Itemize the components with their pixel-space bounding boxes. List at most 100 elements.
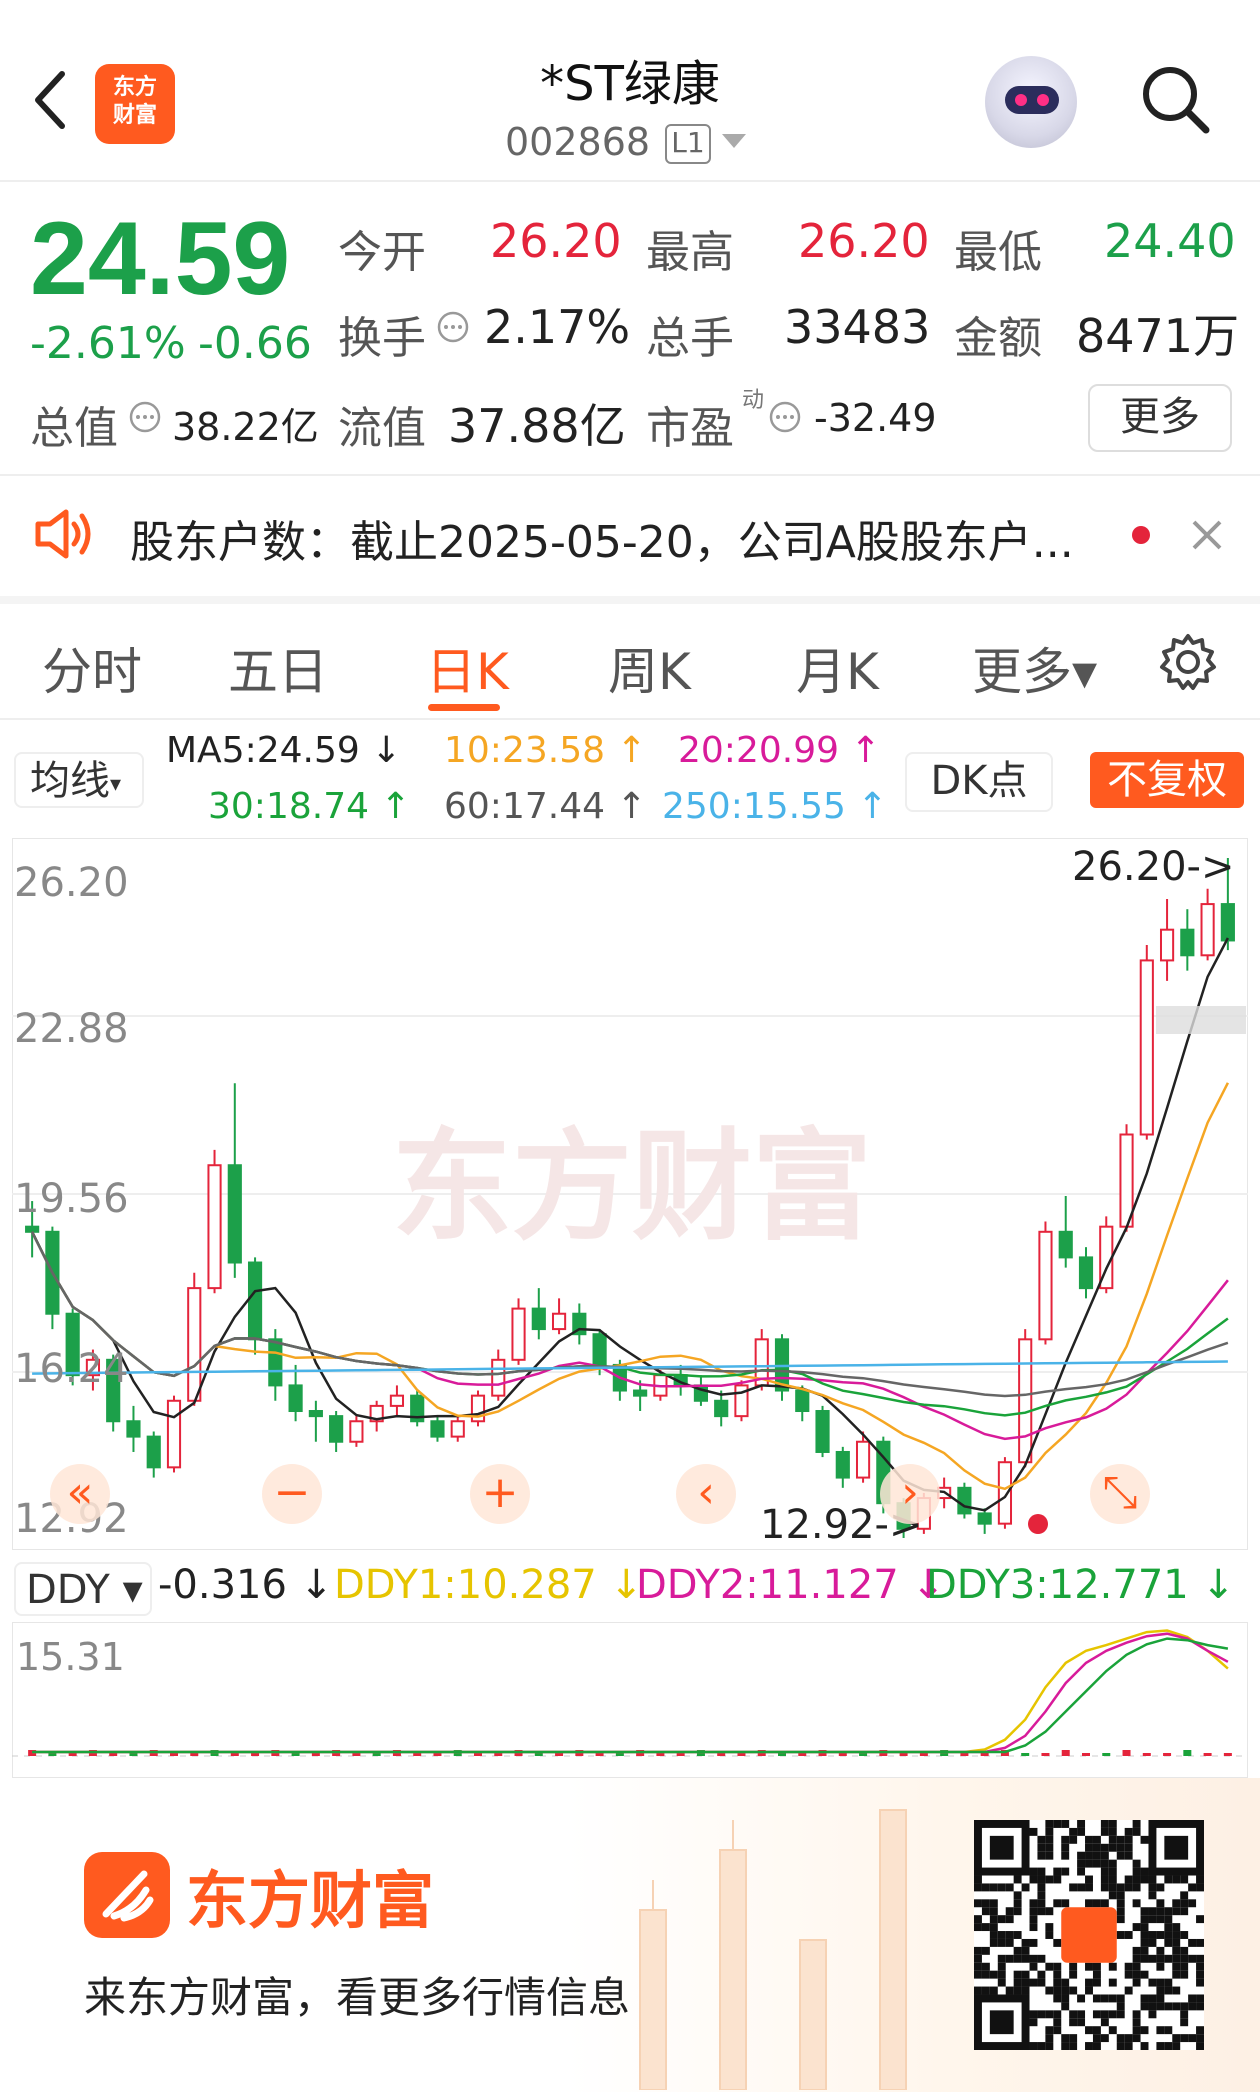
ddy-bar	[1041, 1753, 1050, 1756]
gear-icon[interactable]	[1158, 632, 1218, 692]
watermark-text: 东方财富	[392, 1118, 872, 1257]
unread-dot	[1132, 526, 1150, 544]
current-price: 24.59	[30, 201, 291, 317]
speaker-icon	[35, 509, 91, 559]
zoom-in-icon[interactable]: +	[470, 1464, 530, 1524]
change-amount: -0.66	[198, 318, 312, 369]
close-icon[interactable]	[1190, 518, 1224, 552]
ma10-value: 10:23.58 ↑	[444, 730, 647, 771]
candle	[1139, 945, 1154, 1140]
ddy-bar	[656, 1753, 665, 1756]
tab-monthly-k[interactable]: 月K	[796, 632, 879, 704]
zoom-out-icon[interactable]: −	[262, 1464, 322, 1524]
divider	[0, 596, 1260, 604]
search-icon[interactable]	[1140, 64, 1210, 134]
level-badge[interactable]: L1	[665, 124, 711, 164]
ddy-bar	[291, 1753, 300, 1756]
change-percent: -2.61%	[30, 318, 186, 369]
low-value: 24.40	[1104, 214, 1236, 268]
info-icon[interactable]	[128, 400, 162, 434]
ddy-bar	[676, 1753, 685, 1756]
ddy-bar	[190, 1753, 199, 1756]
robot-eye	[1037, 94, 1049, 106]
ddy-bar	[494, 1753, 503, 1756]
candle	[815, 1405, 830, 1458]
signal-dot	[1028, 1514, 1048, 1534]
ddy-bar	[1203, 1753, 1212, 1756]
tab-more[interactable]: 更多▾	[972, 632, 1097, 704]
more-quote-button[interactable]: 更多	[1088, 384, 1232, 452]
pe-value: -32.49	[814, 396, 937, 440]
candle	[470, 1390, 486, 1427]
ddy-bar	[737, 1753, 746, 1756]
ddy-bar	[1163, 1753, 1172, 1756]
ddy-bar	[413, 1753, 422, 1756]
float-label: 流值	[338, 403, 426, 454]
ddy-bar	[980, 1753, 989, 1756]
indicator-selector[interactable]: 均线	[14, 752, 144, 808]
divider	[0, 718, 1260, 720]
y-tick-label: 16.24	[14, 1346, 129, 1392]
y-tick-label: 26.20	[14, 860, 129, 906]
ddy3-value: DDY3:12.771 ↓	[926, 1562, 1235, 1608]
ma5-value: MA5:24.59 ↓	[166, 730, 402, 771]
info-icon[interactable]	[436, 310, 470, 344]
ddy-bar	[352, 1753, 361, 1756]
mktcap-value: 38.22亿	[172, 405, 319, 449]
dropdown-triangle-icon[interactable]: ▾	[110, 772, 121, 797]
ddy-bar	[960, 1753, 969, 1756]
ddy-bar	[1021, 1753, 1030, 1756]
mktcap-label: 总值	[30, 403, 118, 454]
pe-label: 市盈	[646, 403, 734, 454]
dk-point-button[interactable]: DK点	[905, 752, 1053, 812]
tab-weekly-k[interactable]: 周K	[608, 632, 691, 704]
ddy-bar	[717, 1753, 726, 1756]
tab-daily-k[interactable]: 日K	[426, 632, 509, 704]
prev-icon[interactable]: ‹	[676, 1464, 736, 1524]
tab-five-day[interactable]: 五日	[228, 632, 328, 704]
open-label: 今开	[338, 227, 426, 278]
candle	[207, 1149, 222, 1294]
next-icon[interactable]: ›	[880, 1464, 940, 1524]
ddy-bar	[555, 1753, 564, 1756]
ddy-bar	[433, 1753, 442, 1756]
candle	[511, 1298, 526, 1365]
no-adjust-button[interactable]: 不复权	[1090, 752, 1244, 808]
y-tick-label: 19.56	[14, 1176, 129, 1222]
high-value: 26.20	[798, 214, 930, 268]
ddy-bar	[1122, 1750, 1131, 1756]
candle	[1038, 1221, 1053, 1345]
robot-face	[1005, 86, 1059, 114]
promo-brand: 东方财富	[186, 1864, 435, 1937]
ddy-bar	[838, 1753, 847, 1756]
ma20-value: 20:20.99 ↑	[678, 730, 881, 771]
candle	[774, 1334, 790, 1401]
ddy-bar	[474, 1753, 482, 1756]
notice-text[interactable]: 股东户数：截止2025-05-20，公司A股股东户...	[130, 506, 1074, 570]
ddy-bar	[68, 1753, 77, 1756]
candle	[187, 1272, 202, 1406]
info-icon[interactable]	[768, 400, 802, 434]
qr-code-icon[interactable]	[974, 1820, 1204, 2050]
turnover-value: 2.17%	[484, 300, 631, 354]
low-label: 最低	[954, 227, 1042, 278]
ddy-bar	[109, 1753, 118, 1756]
turnover-label: 换手	[338, 313, 426, 364]
scroll-left-icon[interactable]: «	[50, 1464, 110, 1524]
ddy-bar	[1082, 1753, 1090, 1756]
stock-code: 002868	[505, 120, 651, 164]
ddy-bar	[170, 1753, 178, 1756]
expand-icon[interactable]: ⤡	[1090, 1464, 1150, 1524]
ddy-bar	[230, 1753, 239, 1756]
price-highlight-bar	[1156, 1006, 1246, 1034]
candlestick-chart[interactable]: 东方财富 26.2022.8819.5616.2412.92 26.20-> 1…	[12, 838, 1248, 1550]
level-dropdown-icon[interactable]	[722, 134, 746, 148]
tab-intraday[interactable]: 分时	[42, 632, 142, 704]
ddy-bar	[1183, 1750, 1192, 1756]
ddy-selector[interactable]: DDY ▾	[14, 1562, 152, 1616]
robot-eye	[1015, 94, 1027, 106]
ddy-bar	[251, 1753, 260, 1756]
ddy-top-label: 15.31	[16, 1635, 125, 1679]
ddy-chart[interactable]: 15.31	[12, 1622, 1248, 1778]
decorative-candles	[639, 1809, 907, 2090]
